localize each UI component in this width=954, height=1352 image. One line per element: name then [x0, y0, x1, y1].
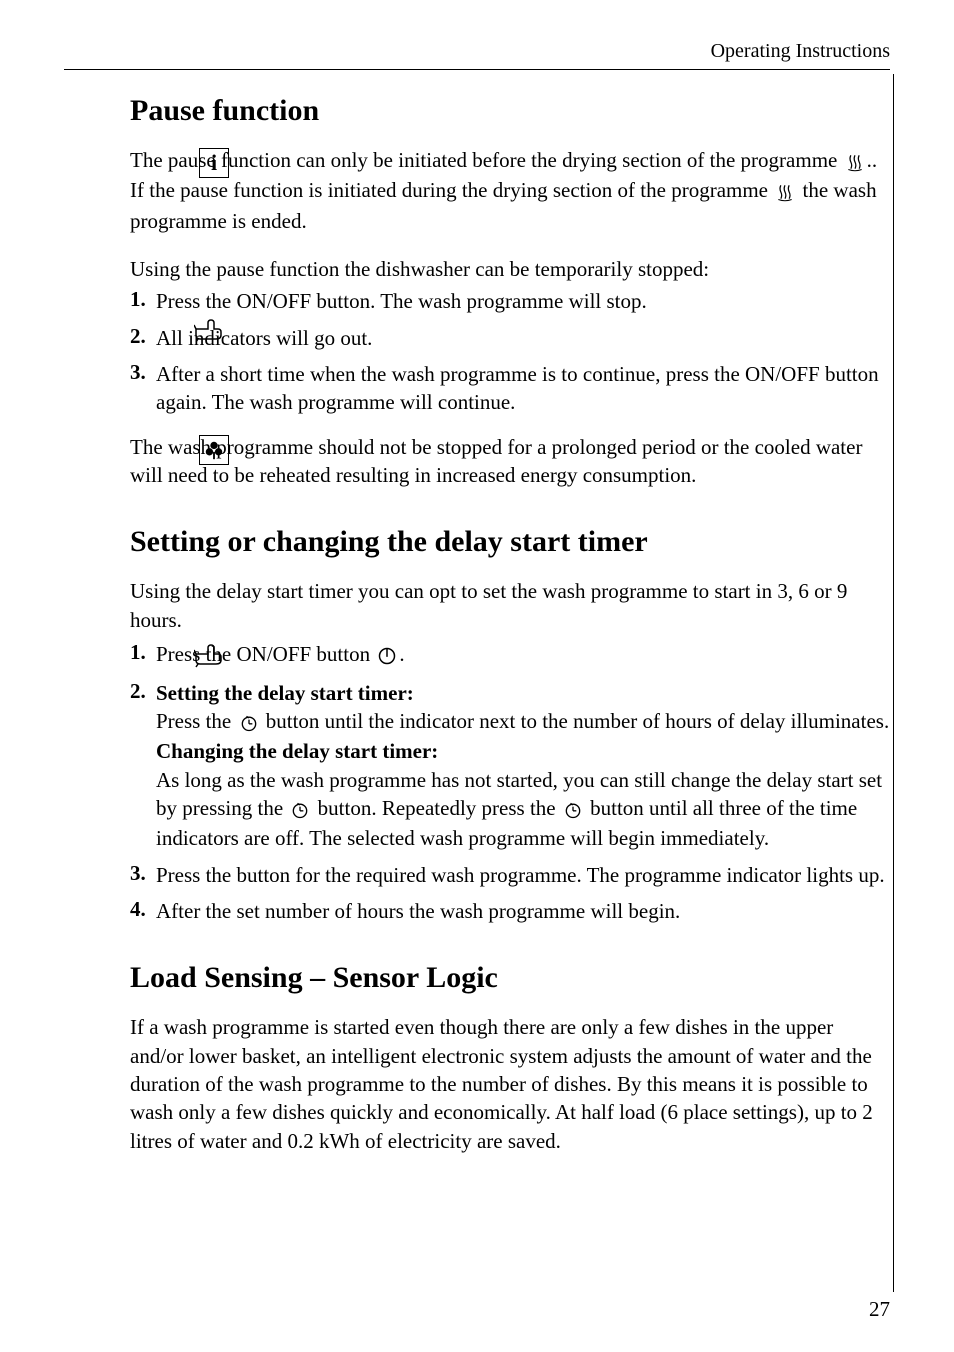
delay-s2-p1a: Press the	[156, 709, 237, 733]
pause-steps-block: Using the pause function the dishwasher …	[130, 255, 890, 417]
step-text: After the set number of hours the wash p…	[156, 899, 680, 923]
step-num: 2.	[130, 679, 146, 704]
delay-s2-p2b: button. Repeatedly press the	[312, 796, 560, 820]
delay-steps-block: 1. Press the ON/OFF button . 2. Setting …	[130, 640, 890, 925]
delay-step-4: 4. After the set number of hours the was…	[130, 897, 890, 925]
step-text: Press the ON/OFF button .	[156, 642, 405, 666]
power-icon	[377, 642, 397, 670]
delay-step-1: 1. Press the ON/OFF button .	[130, 640, 890, 670]
clock-icon	[239, 709, 259, 737]
delay-step-3: 3. Press the button for the required was…	[130, 861, 890, 889]
step-num: 1.	[130, 287, 146, 312]
delay-s2-p1b: button until the indicator next to the n…	[261, 709, 890, 733]
pause-info-block: i The pause function can only be initiat…	[130, 146, 890, 235]
right-margin-rule	[893, 74, 894, 1292]
pause-intro: Using the pause function the dishwasher …	[130, 255, 890, 283]
step-num: 1.	[130, 640, 146, 665]
pause-info-p1: The pause function can only be initiated…	[130, 148, 843, 172]
delay-s2-title2: Changing the delay start timer:	[156, 739, 438, 763]
pause-step-1: 1. Press the ON/OFF button. The wash pro…	[130, 287, 890, 315]
delay-s1-a: Press the ON/OFF button	[156, 642, 375, 666]
load-para: If a wash programme is started even thou…	[130, 1013, 890, 1155]
header: Operating Instructions	[64, 40, 890, 70]
step-num: 3.	[130, 360, 146, 385]
clock-icon	[563, 796, 583, 824]
step-num: 2.	[130, 324, 146, 349]
pause-info-para: The pause function can only be initiated…	[130, 146, 890, 235]
clock-icon	[290, 796, 310, 824]
step-text: Setting the delay start timer: Press the…	[156, 679, 890, 853]
pause-clover-note: The wash programme should not be stopped…	[130, 433, 890, 490]
pause-step-3: 3. After a short time when the wash prog…	[130, 360, 890, 417]
step-text: All indicators will go out.	[156, 326, 372, 350]
info-icon: i	[194, 148, 234, 178]
main-content: Pause function i The pause function can …	[64, 94, 890, 1155]
page-number: 27	[869, 1297, 890, 1322]
pause-clover-block: The wash programme should not be stopped…	[130, 433, 890, 490]
delay-intro: Using the delay start timer you can opt …	[130, 577, 890, 634]
step-num: 4.	[130, 897, 146, 922]
pause-heading: Pause function	[130, 94, 890, 128]
header-section-title: Operating Instructions	[64, 40, 890, 63]
delay-step-2: 2. Setting the delay start timer: Press …	[130, 679, 890, 853]
load-heading: Load Sensing – Sensor Logic	[130, 961, 890, 995]
step-text: Press the ON/OFF button. The wash progra…	[156, 289, 647, 313]
page-container: Operating Instructions Pause function i …	[0, 0, 954, 1199]
step-text: After a short time when the wash program…	[156, 362, 879, 414]
step-num: 3.	[130, 861, 146, 886]
clover-icon	[194, 435, 234, 466]
delay-s2-title: Setting the delay start timer:	[156, 681, 414, 705]
pause-step-2: 2. All indicators will go out.	[130, 324, 890, 352]
delay-heading: Setting or changing the delay start time…	[130, 525, 890, 559]
steam-icon	[775, 178, 795, 206]
steam-icon	[845, 148, 865, 176]
step-text: Press the button for the required wash p…	[156, 863, 885, 887]
delay-s1-b: .	[399, 642, 404, 666]
